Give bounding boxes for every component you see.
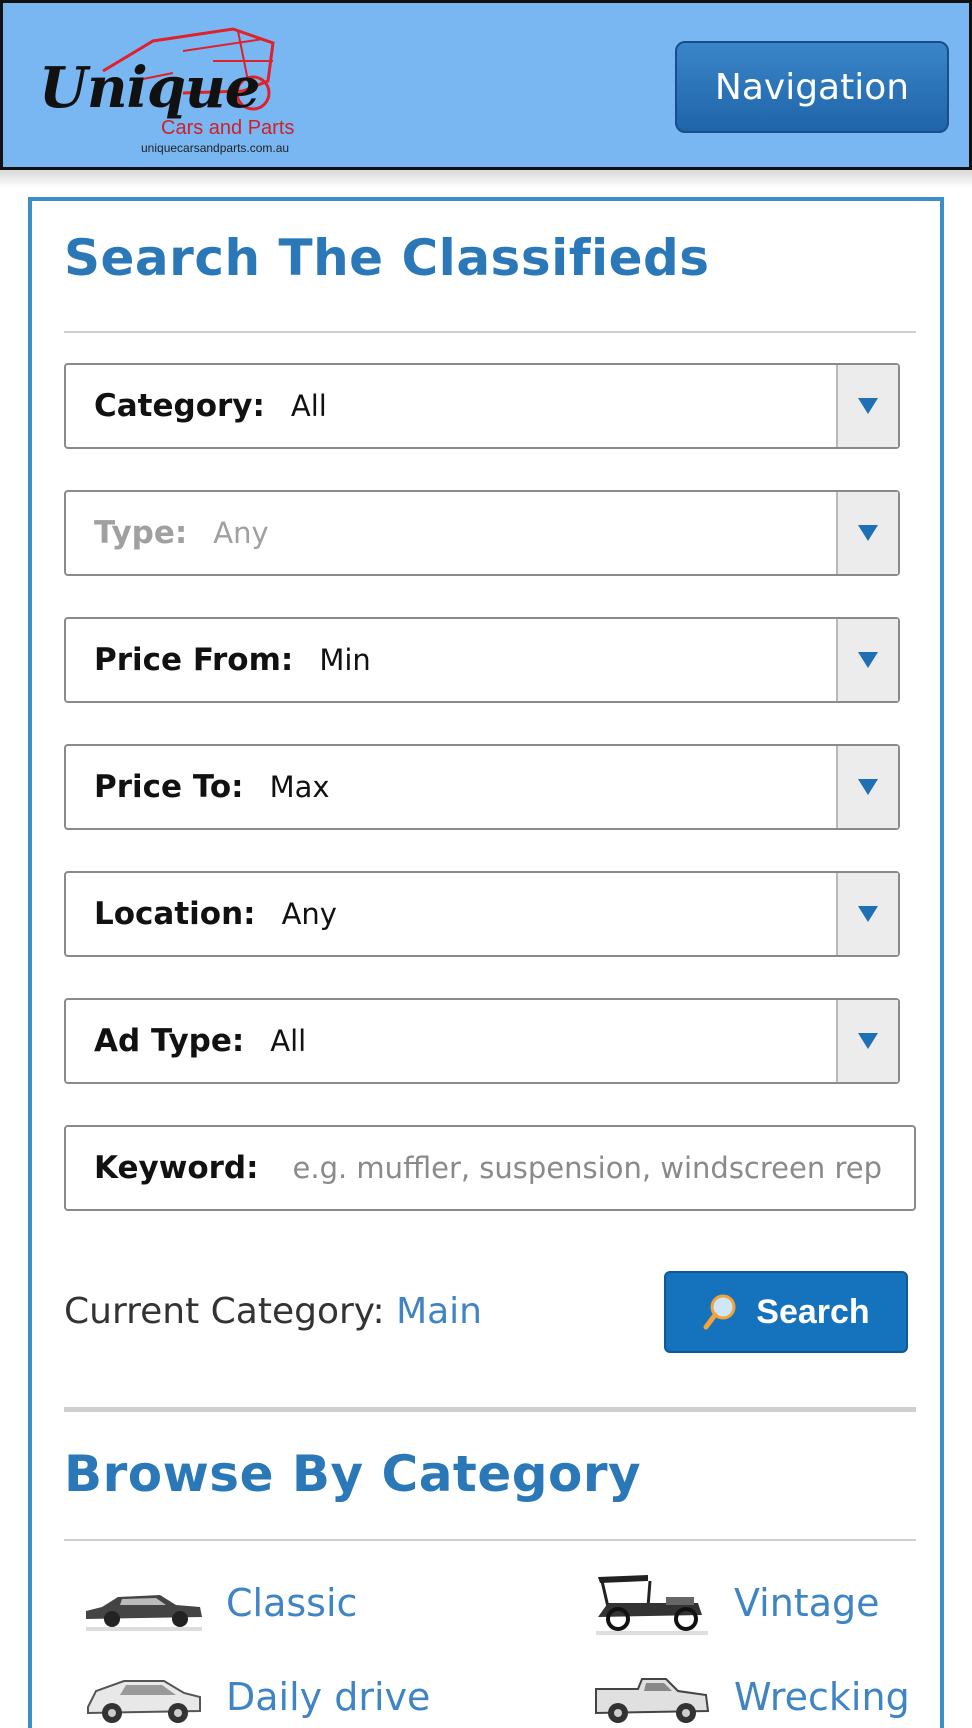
category-daily-drive[interactable]: Daily drive bbox=[80, 1661, 430, 1728]
category-select[interactable]: Category: All bbox=[64, 363, 900, 449]
classic-car-icon bbox=[86, 1595, 202, 1631]
location-value: Any bbox=[281, 897, 337, 931]
search-button[interactable]: Search bbox=[664, 1271, 908, 1353]
price-to-select[interactable]: Price To: Max bbox=[64, 744, 900, 830]
browse-title-divider bbox=[64, 1539, 916, 1541]
ad-type-value: All bbox=[270, 1024, 307, 1058]
category-vintage[interactable]: Vintage bbox=[588, 1567, 880, 1639]
ad-type-label: Ad Type: bbox=[94, 1023, 245, 1059]
dropdown-arrow-icon[interactable] bbox=[836, 873, 898, 955]
dropdown-arrow-icon[interactable] bbox=[836, 746, 898, 828]
dropdown-arrow-icon bbox=[836, 492, 898, 574]
price-from-label: Price From: bbox=[94, 642, 294, 678]
dropdown-arrow-icon[interactable] bbox=[836, 619, 898, 701]
type-value: Any bbox=[213, 516, 269, 550]
price-to-value: Max bbox=[269, 770, 330, 804]
type-label: Type: bbox=[94, 515, 188, 551]
browse-title: Browse By Category bbox=[64, 1445, 642, 1503]
keyword-label: Keyword: bbox=[94, 1150, 259, 1186]
current-category-link[interactable]: Main bbox=[396, 1291, 482, 1332]
keyword-field[interactable]: Keyword: bbox=[64, 1125, 916, 1211]
location-select[interactable]: Location: Any bbox=[64, 871, 900, 957]
navigation-button[interactable]: Navigation bbox=[675, 41, 949, 133]
search-panel: Search The Classifieds Category: All Typ… bbox=[28, 197, 944, 1728]
current-category: Current Category: Main bbox=[64, 1291, 482, 1332]
logo-subtitle: Cars and Parts bbox=[161, 117, 295, 139]
section-divider bbox=[64, 1407, 916, 1412]
logo-wordmark: Unique bbox=[39, 55, 260, 121]
site-logo[interactable]: Unique Cars and Parts uniquecarsandparts… bbox=[33, 21, 308, 156]
suv-car-icon bbox=[87, 1680, 201, 1723]
site-header: Unique Cars and Parts uniquecarsandparts… bbox=[0, 0, 972, 170]
category-wrecking-label: Wrecking bbox=[734, 1675, 910, 1719]
dropdown-arrow-icon[interactable] bbox=[836, 365, 898, 447]
price-to-label: Price To: bbox=[94, 769, 244, 805]
price-from-value: Min bbox=[319, 643, 371, 677]
type-select: Type: Any bbox=[64, 490, 900, 576]
search-title: Search The Classifieds bbox=[64, 229, 710, 287]
header-shadow bbox=[0, 170, 972, 188]
category-daily-drive-label: Daily drive bbox=[226, 1675, 431, 1719]
title-divider bbox=[64, 331, 916, 333]
magnifier-icon bbox=[703, 1294, 736, 1330]
logo-url: uniquecarsandparts.com.au bbox=[141, 141, 290, 155]
category-value: All bbox=[290, 389, 327, 423]
dropdown-arrow-icon[interactable] bbox=[836, 1000, 898, 1082]
ute-car-icon bbox=[595, 1678, 710, 1723]
vintage-car-icon bbox=[596, 1575, 708, 1635]
keyword-input[interactable] bbox=[292, 1151, 913, 1185]
category-wrecking[interactable]: Wrecking bbox=[588, 1661, 910, 1728]
category-vintage-label: Vintage bbox=[734, 1581, 880, 1625]
price-from-select[interactable]: Price From: Min bbox=[64, 617, 900, 703]
ad-type-select[interactable]: Ad Type: All bbox=[64, 998, 900, 1084]
category-classic-label: Classic bbox=[226, 1581, 358, 1625]
current-category-label: Current Category: bbox=[64, 1291, 385, 1332]
category-label: Category: bbox=[94, 388, 265, 424]
location-label: Location: bbox=[94, 896, 256, 932]
search-button-label: Search bbox=[756, 1292, 870, 1331]
category-classic[interactable]: Classic bbox=[80, 1567, 357, 1639]
